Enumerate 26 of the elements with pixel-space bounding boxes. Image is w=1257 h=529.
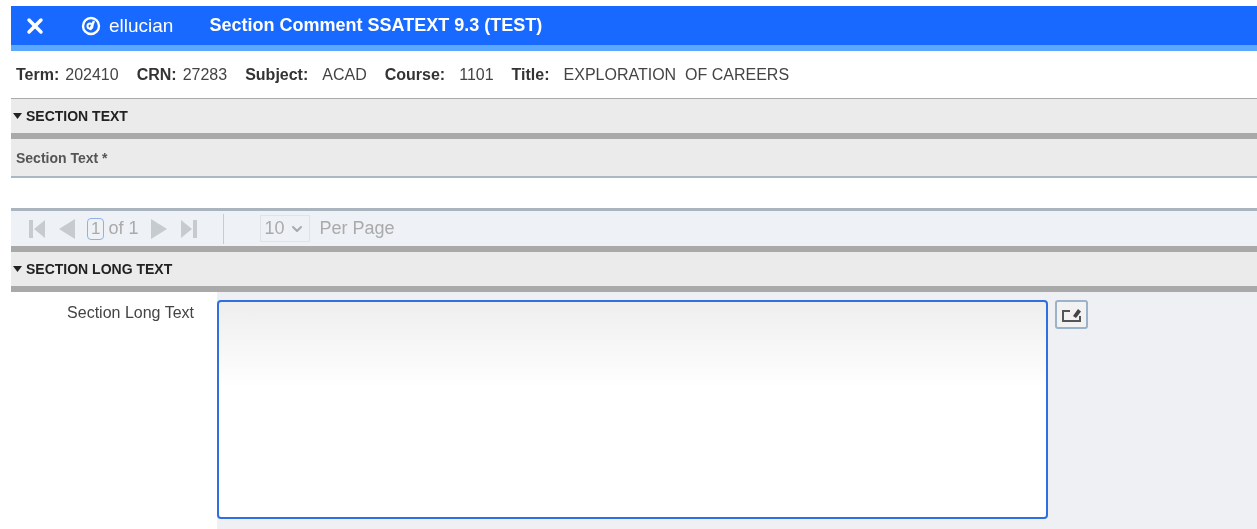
brand-logo-icon	[81, 15, 101, 36]
long-text-field[interactable]	[217, 300, 1048, 519]
column-title: Section Text *	[16, 149, 108, 166]
section-header[interactable]: SECTION TEXT	[11, 99, 1257, 139]
edit-icon	[1060, 306, 1083, 323]
field-label: Section Long Text	[67, 304, 194, 321]
field-value: ACAD	[322, 65, 367, 84]
per-page-label: Per Page	[319, 218, 395, 239]
field-value: 27283	[182, 65, 228, 84]
field-value: EXPLORATION OF CAREERS	[563, 65, 790, 84]
field-label: Title:	[511, 65, 550, 84]
window-title: Section Comment SSATEXT 9.3 (TEST)	[209, 15, 543, 36]
section-title: SECTION TEXT	[26, 108, 128, 124]
brand-name: ellucian	[109, 14, 174, 37]
page-count: of 1	[108, 218, 139, 239]
field-value: 1101	[459, 65, 494, 84]
field-label: Course:	[384, 65, 446, 84]
field-value: 202410	[65, 65, 119, 84]
section-header[interactable]: SECTION LONG TEXT	[11, 252, 1257, 292]
edit-button[interactable]	[1055, 300, 1088, 329]
field-label: Term:	[16, 65, 60, 84]
collapse-toggle-icon[interactable]	[13, 266, 22, 272]
field-label: CRN:	[136, 65, 177, 84]
section-title: SECTION LONG TEXT	[26, 261, 173, 277]
collapse-toggle-icon[interactable]	[13, 113, 22, 119]
field-label: Subject:	[245, 65, 309, 84]
